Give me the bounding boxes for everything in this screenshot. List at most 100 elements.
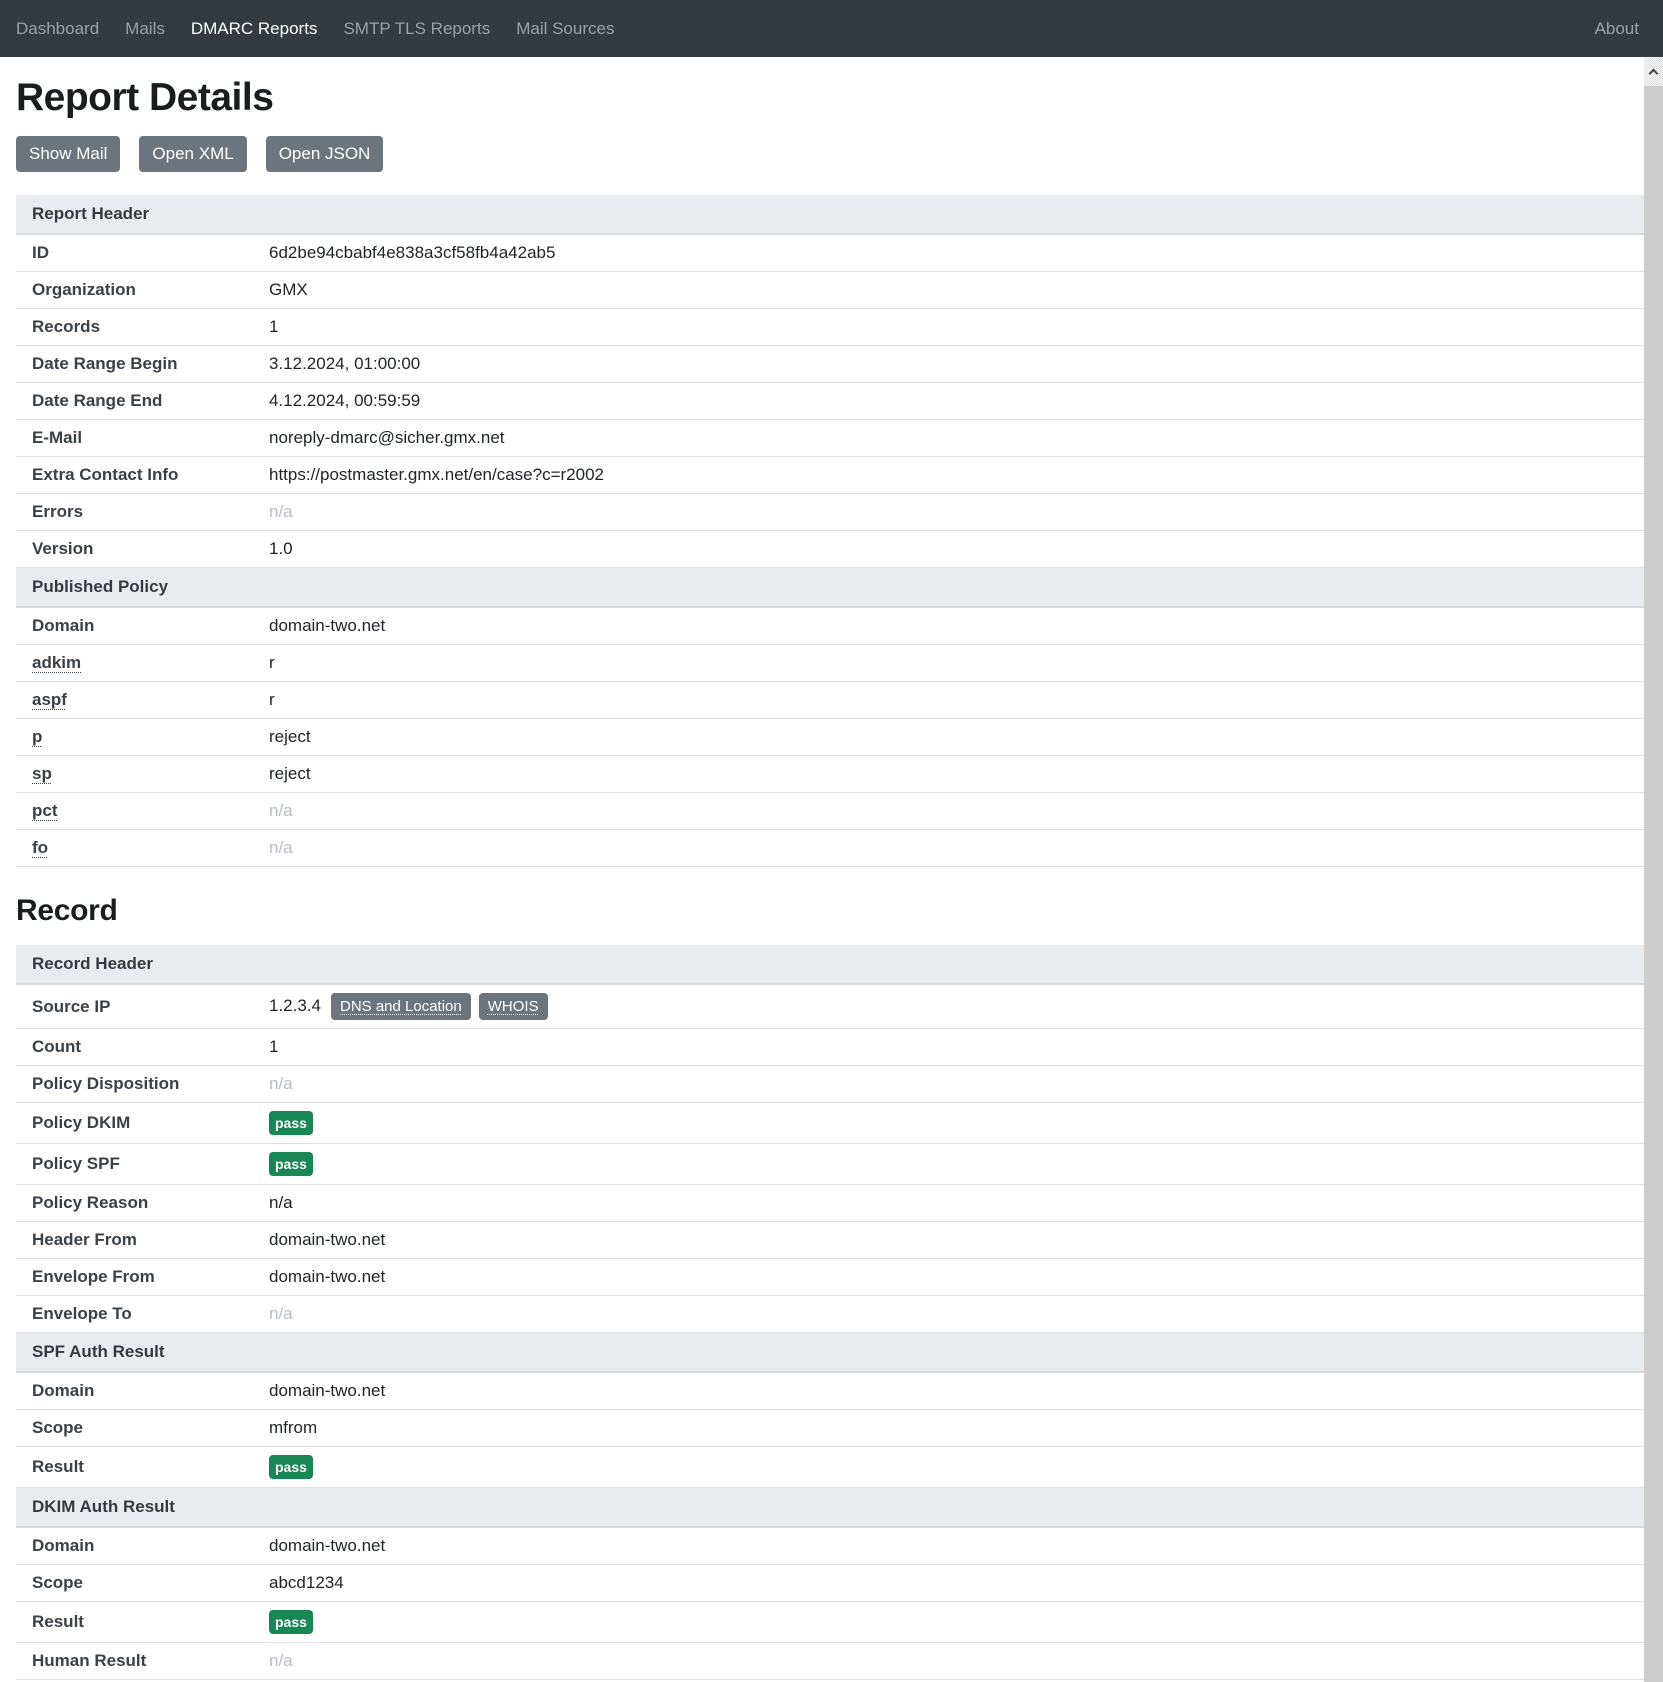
- whois-button[interactable]: WHOIS: [479, 993, 548, 1021]
- section-title-published-policy: Published Policy: [16, 567, 1645, 607]
- policy-dkim-pass-badge: pass: [269, 1111, 313, 1135]
- row-value-records: 1: [253, 308, 1645, 345]
- row-value-header-from: domain-two.net: [253, 1222, 1645, 1259]
- row-value-extra-contact-info: https://postmaster.gmx.net/en/case?c=r20…: [253, 456, 1645, 493]
- table-row-extra-contact-info: Extra Contact Info https://postmaster.gm…: [16, 456, 1645, 493]
- section-title-spf-auth: SPF Auth Result: [16, 1333, 1645, 1373]
- table-row-errors: Errors n/a: [16, 493, 1645, 530]
- row-label-extra-contact-info: Extra Contact Info: [16, 456, 253, 493]
- row-label-dkim-scope: Scope: [16, 1565, 253, 1602]
- show-mail-button[interactable]: Show Mail: [16, 136, 120, 172]
- row-value-policy-spf: pass: [253, 1144, 1645, 1185]
- navbar-right: About: [1595, 0, 1639, 57]
- section-row-report-header: Report Header: [16, 195, 1645, 234]
- row-value-envelope-to: n/a: [253, 1296, 1645, 1333]
- row-value-policy-disposition: n/a: [253, 1066, 1645, 1103]
- row-label-id: ID: [16, 234, 253, 272]
- open-json-button[interactable]: Open JSON: [266, 136, 384, 172]
- row-value-policy-reason: n/a: [253, 1185, 1645, 1222]
- source-ip-value: 1.2.3.4: [269, 996, 321, 1015]
- row-value-dkim-scope: abcd1234: [253, 1565, 1645, 1602]
- row-label-envelope-from: Envelope From: [16, 1259, 253, 1296]
- open-xml-button[interactable]: Open XML: [139, 136, 246, 172]
- section-row-dkim-auth: DKIM Auth Result: [16, 1488, 1645, 1528]
- nav-item-dashboard[interactable]: Dashboard: [16, 0, 99, 57]
- nav-item-smtp-tls-reports[interactable]: SMTP TLS Reports: [343, 0, 490, 57]
- table-row-records: Records 1: [16, 308, 1645, 345]
- table-row-spf-result: Result pass: [16, 1447, 1645, 1488]
- row-value-adkim: r: [253, 644, 1645, 681]
- p-term[interactable]: p: [32, 727, 42, 746]
- report-table: Report Header ID 6d2be94cbabf4e838a3cf58…: [16, 195, 1645, 867]
- row-label-errors: Errors: [16, 493, 253, 530]
- row-value-count: 1: [253, 1029, 1645, 1066]
- row-label-adkim: adkim: [16, 644, 253, 681]
- table-row-pct: pct n/a: [16, 792, 1645, 829]
- nav-item-about[interactable]: About: [1595, 0, 1639, 57]
- nav-item-dmarc-reports[interactable]: DMARC Reports: [191, 0, 318, 57]
- table-row-sp: sp reject: [16, 755, 1645, 792]
- row-label-header-from: Header From: [16, 1222, 253, 1259]
- row-value-source-ip: 1.2.3.4 DNS and Location WHOIS: [253, 984, 1645, 1029]
- table-row-envelope-to: Envelope To n/a: [16, 1296, 1645, 1333]
- scrollbar-thumb[interactable]: [1644, 86, 1663, 1682]
- table-row-aspf: aspf r: [16, 681, 1645, 718]
- nav-item-mail-sources[interactable]: Mail Sources: [516, 0, 614, 57]
- top-navbar: Dashboard Mails DMARC Reports SMTP TLS R…: [0, 0, 1663, 57]
- table-row-dkim-domain: Domain domain-two.net: [16, 1527, 1645, 1565]
- row-label-sp: sp: [16, 755, 253, 792]
- section-title-dkim-auth: DKIM Auth Result: [16, 1488, 1645, 1528]
- vertical-scrollbar[interactable]: [1644, 57, 1663, 1682]
- row-value-pct: n/a: [253, 792, 1645, 829]
- row-value-sp: reject: [253, 755, 1645, 792]
- row-label-dkim-domain: Domain: [16, 1527, 253, 1565]
- whois-label: WHOIS: [488, 998, 539, 1015]
- row-value-dkim-result: pass: [253, 1602, 1645, 1643]
- pct-term[interactable]: pct: [32, 801, 58, 820]
- dns-and-location-label: DNS and Location: [340, 998, 462, 1015]
- table-row-version: Version 1.0: [16, 530, 1645, 567]
- section-title-report-header: Report Header: [16, 195, 1645, 234]
- row-value-organization: GMX: [253, 271, 1645, 308]
- row-value-envelope-from: domain-two.net: [253, 1259, 1645, 1296]
- row-label-policy-spf: Policy SPF: [16, 1144, 253, 1185]
- row-label-date-range-begin: Date Range Begin: [16, 345, 253, 382]
- sp-term[interactable]: sp: [32, 764, 52, 783]
- row-value-id: 6d2be94cbabf4e838a3cf58fb4a42ab5: [253, 234, 1645, 272]
- table-row-organization: Organization GMX: [16, 271, 1645, 308]
- action-buttons: Show Mail Open XML Open JSON: [16, 136, 1645, 172]
- table-row-adkim: adkim r: [16, 644, 1645, 681]
- row-label-organization: Organization: [16, 271, 253, 308]
- table-row-envelope-from: Envelope From domain-two.net: [16, 1259, 1645, 1296]
- row-label-spf-result: Result: [16, 1447, 253, 1488]
- row-label-policy-disposition: Policy Disposition: [16, 1066, 253, 1103]
- row-value-aspf: r: [253, 681, 1645, 718]
- row-value-p: reject: [253, 718, 1645, 755]
- adkim-term[interactable]: adkim: [32, 653, 81, 672]
- nav-item-mails[interactable]: Mails: [125, 0, 165, 57]
- row-label-aspf: aspf: [16, 681, 253, 718]
- page-title: Report Details: [16, 76, 1645, 120]
- dns-and-location-button[interactable]: DNS and Location: [331, 993, 471, 1021]
- record-heading: Record: [16, 894, 1645, 928]
- row-label-date-range-end: Date Range End: [16, 382, 253, 419]
- fo-term[interactable]: fo: [32, 838, 48, 857]
- row-value-fo: n/a: [253, 829, 1645, 866]
- row-label-policy-domain: Domain: [16, 607, 253, 645]
- table-row-policy-spf: Policy SPF pass: [16, 1144, 1645, 1185]
- table-row-count: Count 1: [16, 1029, 1645, 1066]
- table-row-source-ip: Source IP 1.2.3.4DNS and LocationWHOIS: [16, 984, 1645, 1029]
- table-row-dkim-result: Result pass: [16, 1602, 1645, 1643]
- row-value-spf-scope: mfrom: [253, 1410, 1645, 1447]
- row-label-pct: pct: [16, 792, 253, 829]
- row-value-policy-domain: domain-two.net: [253, 607, 1645, 645]
- record-table: Record Header Source IP 1.2.3.4DNS and L…: [16, 945, 1645, 1681]
- row-value-spf-domain: domain-two.net: [253, 1372, 1645, 1410]
- row-label-policy-reason: Policy Reason: [16, 1185, 253, 1222]
- section-row-published-policy: Published Policy: [16, 567, 1645, 607]
- section-title-record-header: Record Header: [16, 945, 1645, 984]
- scrollbar-up-button[interactable]: [1644, 57, 1663, 86]
- row-label-fo: fo: [16, 829, 253, 866]
- aspf-term[interactable]: aspf: [32, 690, 67, 709]
- policy-spf-pass-badge: pass: [269, 1152, 313, 1176]
